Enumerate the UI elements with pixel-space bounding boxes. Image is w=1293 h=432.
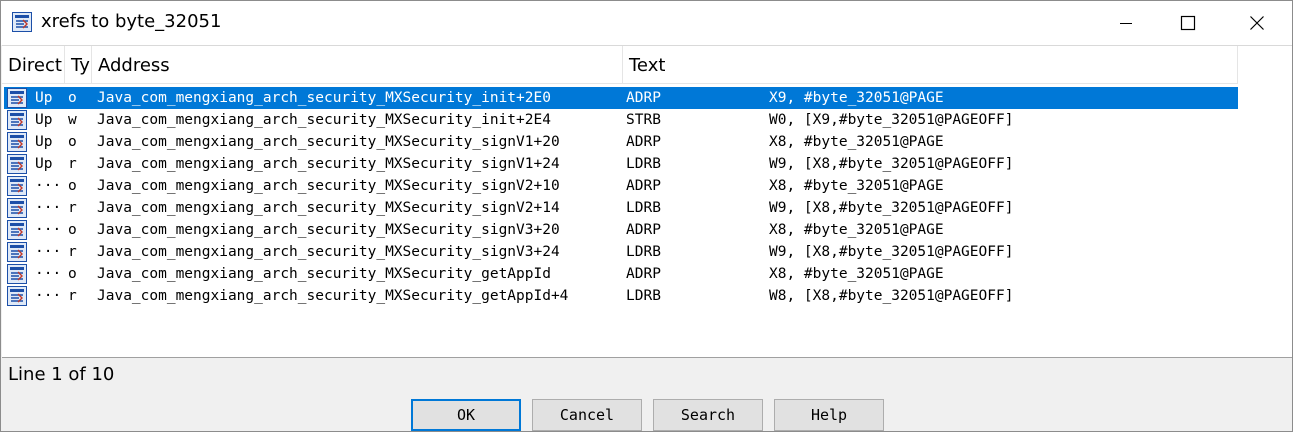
- list-header: Direct Ty Address Text: [2, 46, 1238, 84]
- column-header-type[interactable]: Ty: [65, 46, 92, 84]
- table-row[interactable]: ··· o Java_com_mengxiang_arch_security_M…: [4, 175, 1238, 197]
- row-mnemonic: STRB: [626, 112, 661, 128]
- row-type: r: [68, 200, 77, 216]
- row-direction: ···: [35, 266, 62, 282]
- row-mnemonic: LDRB: [626, 244, 661, 260]
- close-icon: [1250, 16, 1264, 30]
- row-type: r: [68, 244, 77, 260]
- ok-button[interactable]: OK: [411, 399, 521, 431]
- table-row[interactable]: ··· o Java_com_mengxiang_arch_security_M…: [4, 219, 1238, 241]
- row-address: Java_com_mengxiang_arch_security_MXSecur…: [97, 222, 560, 238]
- row-direction: ···: [35, 200, 62, 216]
- xref-row-icon: [7, 220, 27, 240]
- table-row[interactable]: Up o Java_com_mengxiang_arch_security_MX…: [4, 131, 1238, 153]
- row-operands: X8, #byte_32051@PAGE: [769, 178, 944, 194]
- maximize-button[interactable]: [1158, 1, 1218, 45]
- xref-row-icon: [7, 88, 27, 108]
- table-row[interactable]: Up w Java_com_mengxiang_arch_security_MX…: [4, 109, 1238, 131]
- xref-row-icon: [7, 242, 27, 262]
- row-operands: W9, [X8,#byte_32051@PAGEOFF]: [769, 200, 1014, 216]
- column-header-address[interactable]: Address: [92, 46, 623, 84]
- row-mnemonic: LDRB: [626, 156, 661, 172]
- minimize-button[interactable]: [1096, 1, 1156, 45]
- table-row[interactable]: Up o Java_com_mengxiang_arch_security_MX…: [4, 87, 1238, 109]
- row-type: o: [68, 178, 77, 194]
- row-type: r: [68, 288, 77, 304]
- table-row[interactable]: ··· r Java_com_mengxiang_arch_security_M…: [4, 197, 1238, 219]
- title-bar[interactable]: xrefs to byte_32051: [1, 1, 1292, 45]
- row-operands: W9, [X8,#byte_32051@PAGEOFF]: [769, 244, 1014, 260]
- row-operands: W9, [X8,#byte_32051@PAGEOFF]: [769, 156, 1014, 172]
- xrefs-dialog: xrefs to byte_32051 Direct Ty Address Te…: [0, 0, 1293, 432]
- search-button[interactable]: Search: [653, 399, 763, 431]
- status-line: Line 1 of 10: [8, 364, 115, 385]
- xref-row-icon: [7, 176, 27, 196]
- window-title: xrefs to byte_32051: [41, 11, 222, 32]
- xref-row-icon: [7, 110, 27, 130]
- row-direction: ···: [35, 178, 62, 194]
- xrefs-list[interactable]: Direct Ty Address Text Up o Java_com_men…: [2, 45, 1292, 358]
- row-operands: W8, [X8,#byte_32051@PAGEOFF]: [769, 288, 1014, 304]
- column-header-direction[interactable]: Direct: [2, 46, 65, 84]
- row-mnemonic: ADRP: [626, 134, 661, 150]
- row-operands: X8, #byte_32051@PAGE: [769, 222, 944, 238]
- row-direction: ···: [35, 288, 62, 304]
- row-operands: W0, [X9,#byte_32051@PAGEOFF]: [769, 112, 1014, 128]
- row-direction: Up: [35, 112, 53, 128]
- row-mnemonic: LDRB: [626, 200, 661, 216]
- row-type: o: [68, 134, 77, 150]
- table-row[interactable]: ··· o Java_com_mengxiang_arch_security_M…: [4, 263, 1238, 285]
- table-row[interactable]: ··· r Java_com_mengxiang_arch_security_M…: [4, 241, 1238, 263]
- help-button[interactable]: Help: [774, 399, 884, 431]
- row-type: r: [68, 156, 77, 172]
- row-direction: ···: [35, 222, 62, 238]
- row-address: Java_com_mengxiang_arch_security_MXSecur…: [97, 90, 551, 106]
- row-type: o: [68, 90, 77, 106]
- table-row[interactable]: Up r Java_com_mengxiang_arch_security_MX…: [4, 153, 1238, 175]
- row-address: Java_com_mengxiang_arch_security_MXSecur…: [97, 112, 551, 128]
- row-direction: ···: [35, 244, 62, 260]
- minimize-icon: [1120, 23, 1132, 24]
- xref-row-icon: [7, 154, 27, 174]
- row-direction: Up: [35, 156, 53, 172]
- row-operands: X8, #byte_32051@PAGE: [769, 266, 944, 282]
- maximize-icon: [1180, 15, 1196, 31]
- column-header-text[interactable]: Text: [623, 46, 1238, 84]
- row-operands: X8, #byte_32051@PAGE: [769, 134, 944, 150]
- xref-row-icon: [7, 264, 27, 284]
- row-address: Java_com_mengxiang_arch_security_MXSecur…: [97, 178, 560, 194]
- row-address: Java_com_mengxiang_arch_security_MXSecur…: [97, 156, 560, 172]
- xref-row-icon: [7, 198, 27, 218]
- row-mnemonic: ADRP: [626, 222, 661, 238]
- row-direction: Up: [35, 90, 53, 106]
- row-address: Java_com_mengxiang_arch_security_MXSecur…: [97, 244, 560, 260]
- row-address: Java_com_mengxiang_arch_security_MXSecur…: [97, 200, 560, 216]
- row-mnemonic: ADRP: [626, 90, 661, 106]
- xref-row-icon: [7, 286, 27, 306]
- table-row[interactable]: ··· r Java_com_mengxiang_arch_security_M…: [4, 285, 1238, 307]
- xrefs-window-icon: [12, 12, 32, 32]
- row-address: Java_com_mengxiang_arch_security_MXSecur…: [97, 134, 560, 150]
- row-mnemonic: LDRB: [626, 288, 661, 304]
- row-mnemonic: ADRP: [626, 178, 661, 194]
- xref-row-icon: [7, 132, 27, 152]
- close-button[interactable]: [1227, 1, 1287, 45]
- row-address: Java_com_mengxiang_arch_security_MXSecur…: [97, 288, 569, 304]
- row-direction: Up: [35, 134, 53, 150]
- row-type: o: [68, 266, 77, 282]
- row-address: Java_com_mengxiang_arch_security_MXSecur…: [97, 266, 551, 282]
- row-operands: X9, #byte_32051@PAGE: [769, 90, 944, 106]
- cancel-button[interactable]: Cancel: [532, 399, 642, 431]
- row-mnemonic: ADRP: [626, 266, 661, 282]
- row-type: w: [68, 112, 77, 128]
- row-type: o: [68, 222, 77, 238]
